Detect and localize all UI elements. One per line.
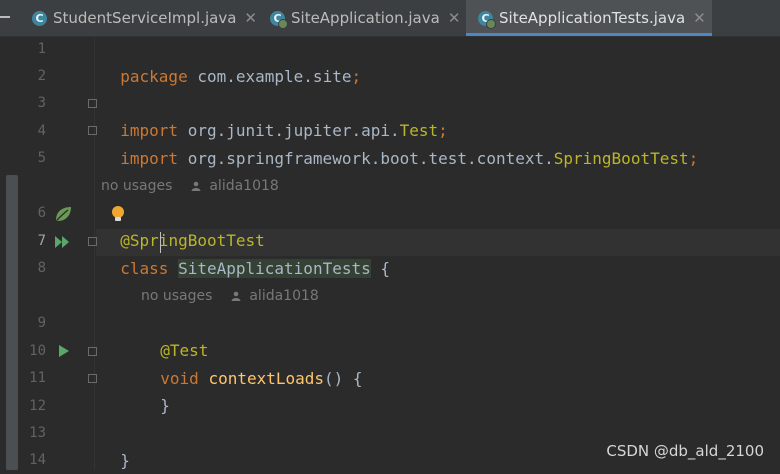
fold-marker[interactable]: [88, 347, 97, 356]
code-line-1[interactable]: package com.example.site;: [101, 36, 361, 86]
line-number: 4: [37, 123, 46, 139]
semicolon: ;: [688, 149, 699, 168]
fold-marker[interactable]: [88, 126, 97, 135]
fold-marker[interactable]: [88, 374, 97, 383]
spring-class-icon: C: [270, 10, 288, 29]
text-caret: [160, 232, 161, 253]
code-line-6[interactable]: @SpringBootTest: [101, 200, 265, 250]
person-icon: [231, 291, 241, 301]
line-number: 1: [37, 41, 46, 57]
code-line-11[interactable]: }: [141, 365, 170, 415]
line-number: 6: [37, 205, 46, 221]
brace: }: [160, 396, 170, 415]
code-line-4[interactable]: import org.springframework.boot.test.con…: [101, 118, 698, 168]
usages-label: no usages: [101, 178, 173, 194]
spring-test-class-icon: C: [478, 10, 496, 29]
tab-site-application-tests[interactable]: C SiteApplicationTests.java ✕: [466, 0, 712, 36]
tab-site-application[interactable]: C SiteApplication.java ✕: [262, 0, 474, 36]
code-line-7[interactable]: class SiteApplicationTests {: [101, 228, 390, 278]
run-all-tests-icon[interactable]: [54, 234, 72, 250]
code-line-9[interactable]: @Test: [141, 310, 208, 360]
code-line-13[interactable]: }: [101, 420, 130, 470]
package-name: com.example.site: [187, 67, 352, 86]
line-number: 10: [29, 343, 46, 359]
line-number: 7: [37, 233, 46, 249]
watermark: CSDN @db_ald_2100: [606, 442, 764, 460]
tab-label: SiteApplication.java: [291, 9, 440, 27]
scrollbar[interactable]: [6, 175, 18, 470]
line-number: 3: [37, 95, 46, 111]
spring-bean-icon[interactable]: [53, 205, 73, 223]
tab-student-service-impl[interactable]: C StudentServiceImpl.java ✕: [20, 0, 274, 36]
keyword: import: [120, 149, 179, 168]
brace: {: [370, 259, 390, 278]
line-number: 9: [37, 315, 46, 331]
line-number: 8: [37, 260, 46, 276]
class-name: SiteApplicationTests: [178, 259, 371, 278]
line-number: 12: [29, 398, 46, 414]
lightbulb-icon[interactable]: [111, 205, 125, 223]
close-icon[interactable]: ✕: [244, 9, 257, 27]
close-icon[interactable]: ✕: [693, 9, 706, 27]
tab-label: SiteApplicationTests.java: [499, 9, 686, 27]
usages-hint[interactable]: no usages alida1018: [101, 173, 279, 200]
close-icon[interactable]: ✕: [448, 9, 461, 27]
line-number: 2: [37, 68, 46, 84]
import-class: SpringBootTest: [553, 149, 689, 168]
line-number: 13: [29, 425, 46, 441]
semicolon: ;: [351, 67, 362, 86]
brace: }: [120, 451, 130, 470]
import-path: org.springframework.boot.test.context.: [178, 149, 554, 168]
editor-tab-bar: C StudentServiceImpl.java ✕ C SiteApplic…: [0, 0, 780, 37]
java-class-icon: C: [32, 10, 47, 26]
line-number: 11: [29, 370, 46, 386]
fold-marker[interactable]: [88, 237, 97, 246]
tab-label: StudentServiceImpl.java: [53, 9, 237, 27]
usages-hint[interactable]: no usages alida1018: [141, 283, 319, 310]
keyword: class: [120, 259, 169, 278]
person-icon: [191, 181, 201, 191]
code-line-10[interactable]: void contextLoads() {: [141, 338, 362, 388]
author-label: alida1018: [209, 178, 279, 194]
method-name: contextLoads: [208, 369, 325, 388]
fold-marker[interactable]: [88, 99, 97, 108]
method-params: () {: [324, 369, 363, 388]
tab-menu-icon[interactable]: [0, 16, 10, 18]
run-test-icon[interactable]: [58, 344, 70, 358]
code-line-3[interactable]: import org.junit.jupiter.api.Test;: [101, 90, 448, 140]
usages-label: no usages: [141, 288, 213, 304]
keyword: package: [120, 67, 188, 86]
author-label: alida1018: [249, 288, 319, 304]
line-number: 5: [37, 150, 46, 166]
